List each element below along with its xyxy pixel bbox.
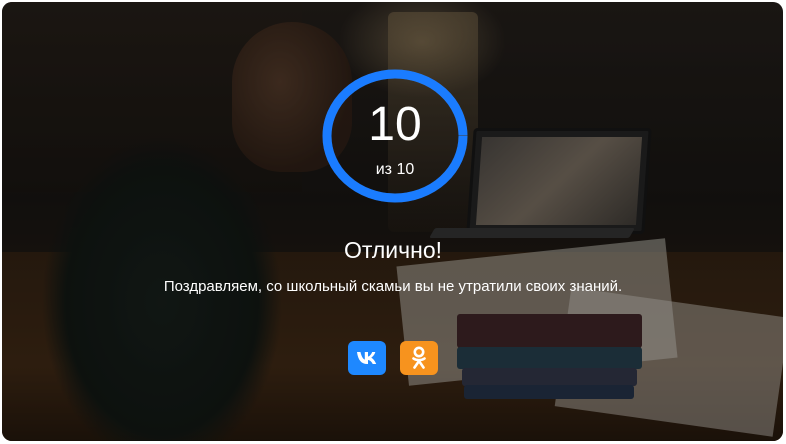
- background-overlay: [2, 2, 783, 441]
- vk-icon: [357, 352, 377, 364]
- share-ok-button[interactable]: [400, 341, 438, 375]
- share-vk-button[interactable]: [348, 341, 386, 375]
- score-value: 10: [368, 98, 422, 151]
- result-message: Поздравляем, со школьный скамьи вы не ут…: [163, 278, 623, 295]
- score-total: из 10: [375, 161, 415, 178]
- ok-icon: [412, 346, 426, 369]
- quiz-result-card: 10 из 10: [2, 2, 783, 441]
- score-ring: 10 из 10: [322, 69, 468, 203]
- result-title: Отлично!: [343, 237, 443, 263]
